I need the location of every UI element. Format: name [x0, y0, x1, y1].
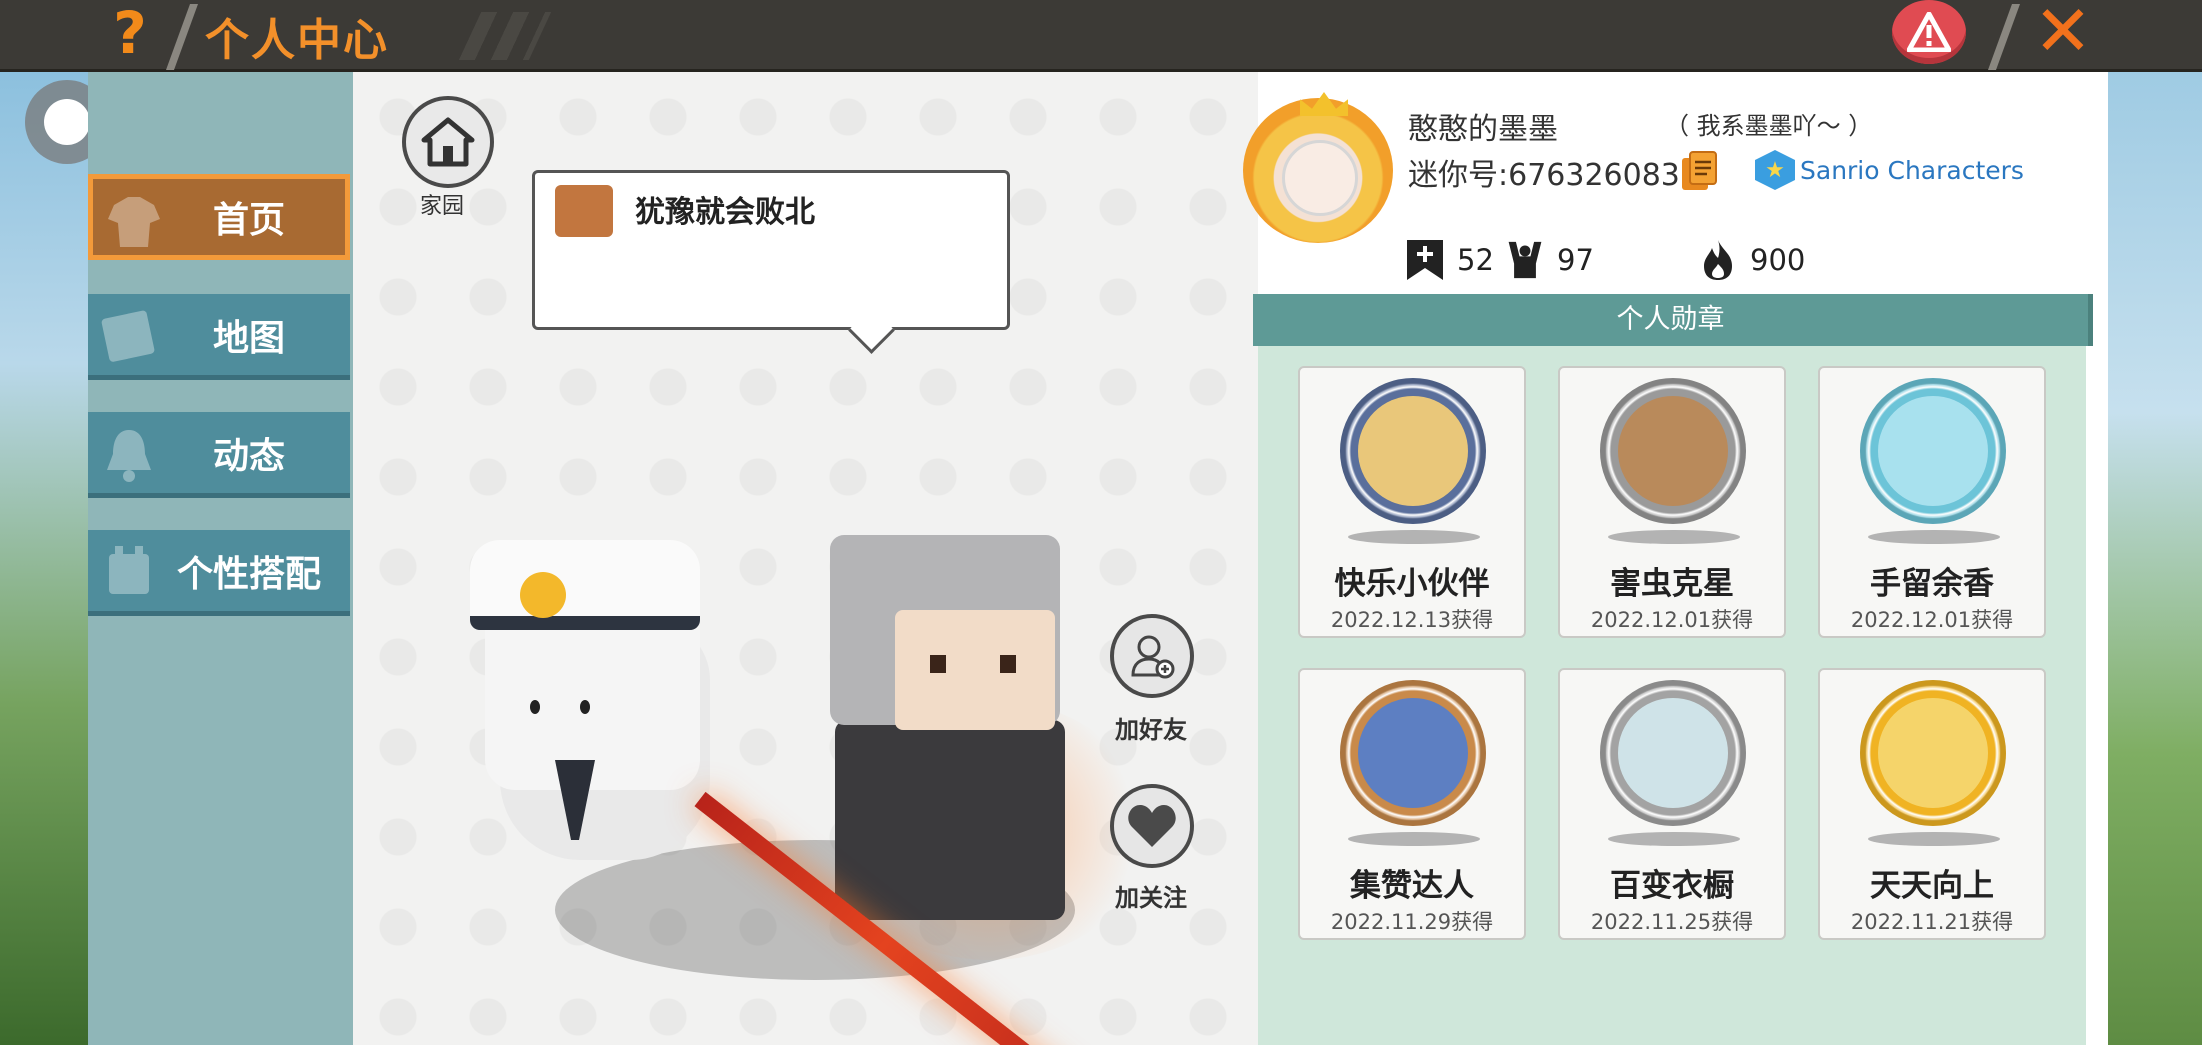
medal-name: 快乐小伙伴	[1334, 566, 1490, 602]
add-friend-button[interactable]	[1110, 614, 1194, 698]
stat-value: 52	[1457, 243, 1494, 277]
medal-emblem	[1618, 698, 1728, 808]
medal-icon	[1600, 680, 1746, 826]
medal-card[interactable]: 快乐小伙伴 2022.12.13获得	[1298, 366, 1526, 638]
bell-icon	[107, 430, 151, 482]
user-tag[interactable]: Sanrio Characters	[1800, 156, 2024, 185]
follow-label: 加关注	[1115, 884, 1187, 912]
stat-works: 52	[1405, 236, 1494, 284]
medal-card[interactable]: 害虫克星 2022.12.01获得	[1558, 366, 1786, 638]
medal-date: 2022.12.13获得	[1330, 608, 1494, 632]
top-bar: ? 个人中心 ✕	[0, 0, 2202, 72]
user-nickname: 憨憨的墨墨	[1408, 112, 1558, 147]
help-icon[interactable]: ?	[100, 2, 160, 64]
avatar-eye	[930, 655, 946, 673]
stat-value: 900	[1750, 243, 1806, 277]
house-icon	[421, 117, 475, 167]
medal-emblem	[1878, 698, 1988, 808]
medal-shadow	[1608, 530, 1740, 544]
home-label: 家园	[420, 194, 465, 219]
divider	[1987, 4, 2021, 70]
medal-shadow	[1348, 832, 1480, 846]
medal-shadow	[1608, 832, 1740, 846]
medal-shadow	[1868, 832, 2000, 846]
stat-popularity: 900	[1698, 236, 1805, 284]
medal-date: 2022.11.29获得	[1330, 910, 1494, 934]
add-user-icon	[1131, 635, 1175, 679]
avatar-body	[835, 720, 1065, 920]
decorative-pattern	[458, 12, 552, 60]
bookmark-plus-icon	[1407, 240, 1443, 280]
stat-fans: 97	[1505, 236, 1594, 284]
avatar-eye	[1000, 655, 1016, 673]
medal-shadow	[1868, 530, 2000, 544]
speech-bubble: 犹豫就会败北	[532, 170, 1010, 330]
speech-text: 犹豫就会败北	[635, 195, 815, 230]
stat-value: 97	[1557, 243, 1594, 277]
sidebar-item-label: 首页	[212, 200, 285, 241]
sidebar-item-home[interactable]: 首页	[88, 174, 350, 260]
sidebar-item-map[interactable]: 地图	[88, 294, 350, 380]
divider	[165, 4, 199, 70]
medal-icon	[1600, 378, 1746, 524]
medal-card[interactable]: 百变衣橱 2022.11.25获得	[1558, 668, 1786, 940]
sidebar-item-label: 地图	[212, 317, 285, 359]
follow-button[interactable]	[1110, 784, 1194, 868]
medal-emblem	[1358, 396, 1468, 506]
map-icon	[101, 310, 155, 362]
medal-icon	[1340, 680, 1486, 826]
fire-icon	[1704, 240, 1732, 280]
medal-date: 2022.11.25获得	[1590, 910, 1754, 934]
medal-name: 百变衣橱	[1610, 868, 1734, 904]
medal-name: 害虫克星	[1610, 566, 1734, 602]
medal-date: 2022.12.01获得	[1590, 608, 1754, 632]
medal-icon	[1340, 378, 1486, 524]
copy-icon[interactable]	[1680, 150, 1718, 192]
user-mini-id: 迷你号:676326083	[1408, 158, 1680, 193]
close-button[interactable]: ✕	[2030, 0, 2096, 66]
add-friend-label: 加好友	[1115, 716, 1187, 744]
medal-emblem	[1618, 396, 1728, 506]
warning-icon	[1907, 12, 1951, 52]
medal-date: 2022.12.01获得	[1850, 608, 2014, 632]
medal-emblem	[1878, 396, 1988, 506]
sidebar-item-outfit[interactable]: 个性搭配	[88, 530, 350, 616]
sidebar: 首页 地图 动态 个性搭配	[88, 72, 353, 1045]
medal-name: 集赞达人	[1350, 868, 1474, 904]
medal-card[interactable]: 集赞达人 2022.11.29获得	[1298, 668, 1526, 940]
medal-card[interactable]: 手留余香 2022.12.01获得	[1818, 366, 2046, 638]
background-left	[0, 72, 90, 1045]
medal-card[interactable]: 天天向上 2022.11.21获得	[1818, 668, 2046, 940]
medal-name: 手留余香	[1870, 566, 1994, 602]
fans-icon	[1508, 241, 1542, 279]
medal-date: 2022.11.21获得	[1850, 910, 2014, 934]
medal-emblem	[1358, 698, 1468, 808]
background-right	[2107, 72, 2202, 1045]
medals-header: 个人勋章	[1253, 294, 2093, 346]
avatar-portrait	[1282, 140, 1358, 216]
home-button[interactable]	[402, 96, 494, 188]
avatar-face	[895, 610, 1055, 730]
user-signature: （ 我系墨墨吖～ ）	[1665, 112, 1873, 140]
medal-name: 天天向上	[1870, 868, 1994, 904]
anchor-badge-icon	[520, 572, 566, 618]
medal-shadow	[1348, 530, 1480, 544]
sidebar-item-label: 动态	[212, 435, 285, 477]
medal-icon	[1860, 680, 2006, 826]
pet-eye	[580, 700, 590, 714]
heart-icon	[1128, 805, 1176, 847]
sidebar-item-label: 个性搭配	[176, 553, 321, 595]
sidebar-item-feed[interactable]: 动态	[88, 412, 350, 498]
avatar-emote-icon	[555, 185, 613, 237]
medal-icon	[1860, 378, 2006, 524]
pet-eye	[530, 700, 540, 714]
page-title: 个人中心	[205, 15, 389, 66]
pet-seal-cap	[470, 540, 700, 630]
report-button[interactable]	[1892, 0, 1966, 64]
